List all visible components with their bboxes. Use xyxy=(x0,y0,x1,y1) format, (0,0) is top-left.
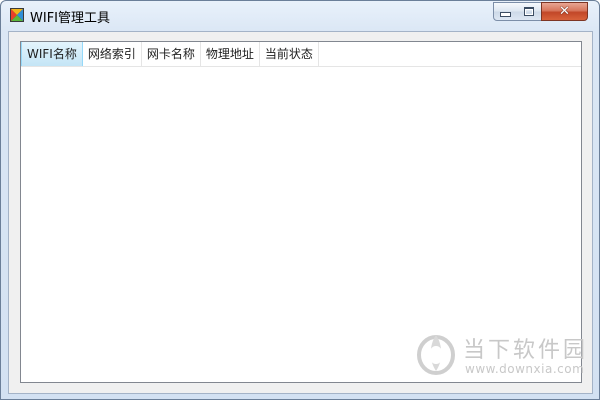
watermark-name: 当下软件园 xyxy=(463,338,589,363)
column-header-wifi-name[interactable]: WIFI名称 xyxy=(21,42,83,66)
column-header-status[interactable]: 当前状态 xyxy=(260,42,319,66)
app-window: WIFI管理工具 ✕ WIFI名称 网络索引 网卡名称 物理地址 当前状态 当下… xyxy=(0,0,600,400)
title-bar[interactable]: WIFI管理工具 ✕ xyxy=(1,1,599,31)
close-button[interactable]: ✕ xyxy=(541,2,588,21)
column-header-mac-address[interactable]: 物理地址 xyxy=(201,42,260,66)
list-header: WIFI名称 网络索引 网卡名称 物理地址 当前状态 xyxy=(21,42,581,67)
column-header-adapter-name[interactable]: 网卡名称 xyxy=(142,42,201,66)
watermark: 当下软件园 www.downxia.com xyxy=(415,331,585,381)
app-logo-icon xyxy=(10,8,24,22)
minimize-button[interactable] xyxy=(493,2,518,21)
minimize-icon xyxy=(500,12,511,17)
window-title: WIFI管理工具 xyxy=(30,11,110,26)
close-icon: ✕ xyxy=(559,4,570,19)
maximize-icon xyxy=(524,7,534,16)
maximize-button[interactable] xyxy=(517,2,542,21)
watermark-url: www.downxia.com xyxy=(465,362,585,376)
column-header-network-index[interactable]: 网络索引 xyxy=(83,42,142,66)
watermark-logo-icon xyxy=(417,335,455,375)
